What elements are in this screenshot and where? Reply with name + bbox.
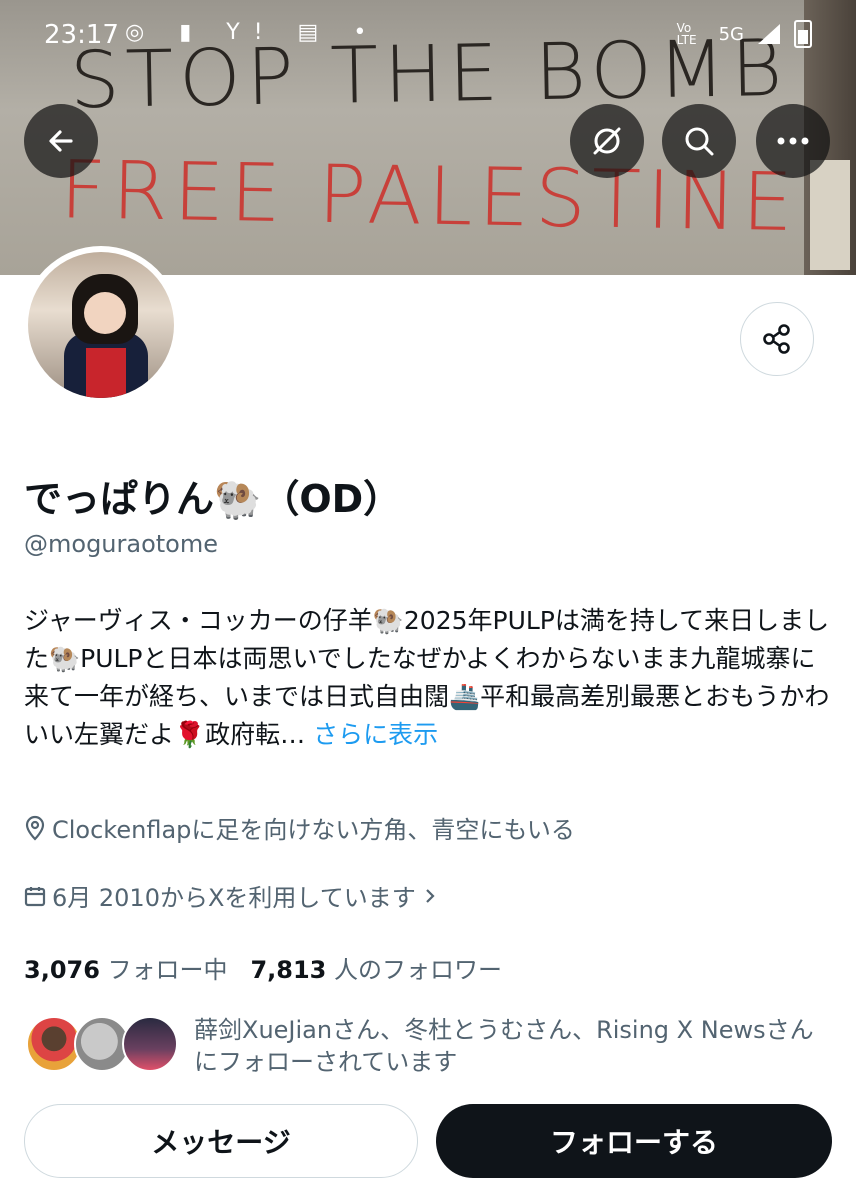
chevron-right-icon (425, 888, 435, 903)
search-icon (685, 127, 714, 156)
followers-count: 7,813 (250, 956, 327, 984)
signal-icon (758, 24, 780, 44)
following-link[interactable]: 3,076 フォロー中 (24, 956, 228, 984)
avatar[interactable] (22, 246, 180, 404)
more-icon (777, 137, 809, 145)
follow-counts: 3,076 フォロー中 7,813 人のフォロワー (24, 950, 502, 985)
calendar-icon (24, 886, 46, 906)
user-handle: @moguraotome (24, 530, 219, 558)
profile-joined[interactable]: 6月 2010からXを利用しています (24, 878, 438, 913)
status-right: Vo LTE 5G (677, 20, 812, 48)
status-time: 23:17 (44, 20, 119, 50)
location-text: Clockenflapに足を向けない方角、青空にもいる (52, 816, 575, 844)
follow-button[interactable]: フォローする (436, 1104, 832, 1178)
grok-button[interactable] (570, 104, 644, 178)
followers-link[interactable]: 7,813 人のフォロワー (250, 956, 502, 984)
avatar-face (84, 292, 126, 334)
back-button[interactable] (24, 104, 98, 178)
share-button[interactable] (740, 302, 814, 376)
following-count: 3,076 (24, 956, 100, 984)
follower-avatar (122, 1016, 178, 1072)
following-label: フォロー中 (107, 956, 228, 984)
avatar-dress (86, 348, 126, 398)
profile-location: Clockenflapに足を向けない方角、青空にもいる (24, 810, 575, 845)
location-pin-icon (25, 815, 45, 841)
display-name: でっぱりん🐏（OD） (24, 477, 402, 521)
grok-icon (593, 127, 621, 155)
volte-icon: Vo LTE (676, 21, 697, 47)
avatar-photo (28, 252, 174, 398)
message-button[interactable]: メッセージ (24, 1104, 418, 1178)
status-bar: 23:17 ◎ ▮ Y! ▤ • Vo LTE 5G (0, 0, 856, 70)
followers-label: 人のフォロワー (334, 956, 503, 984)
joined-text: 6月 2010からXを利用しています (52, 884, 416, 912)
search-button[interactable] (662, 104, 736, 178)
battery-icon (794, 20, 812, 48)
profile-bio: ジャーヴィス・コッカーの仔羊🐏2025年PULPは満を持して来日しました🐏PUL… (24, 602, 834, 754)
bio-show-more-link[interactable]: さらに表示 (313, 720, 438, 749)
share-icon (763, 324, 790, 354)
more-button[interactable] (756, 104, 830, 178)
followed-by-text[interactable]: 薛剑XueJianさん、冬杜とうむさん、Rising X Newsさんにフォロー… (194, 1014, 834, 1078)
banner-sign (810, 160, 850, 270)
arrow-left-icon (49, 130, 73, 152)
notification-icons: ◎ ▮ Y! ▤ • (125, 20, 381, 45)
network-label: 5G (718, 23, 744, 45)
